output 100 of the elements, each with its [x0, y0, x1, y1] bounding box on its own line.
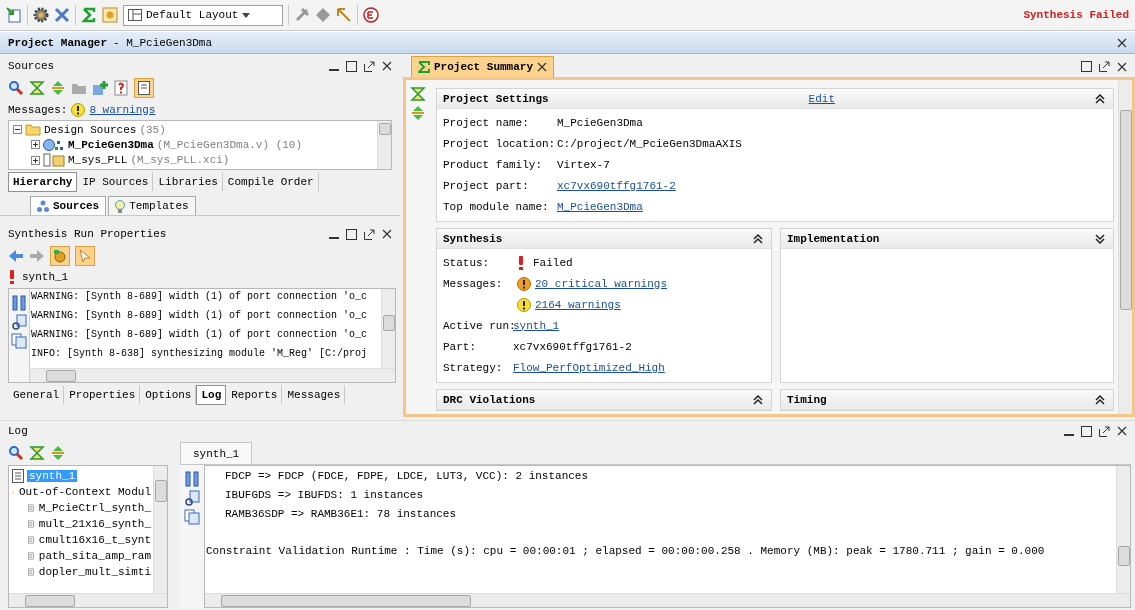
search-icon[interactable]: [8, 445, 24, 461]
value-text: C:/project/M_PcieGen3DmaAXIS: [557, 137, 742, 150]
field-label: Messages:: [443, 277, 504, 290]
properties-tab[interactable]: Log: [196, 385, 227, 405]
module-icon: [43, 138, 65, 152]
close-icon[interactable]: [1117, 61, 1127, 72]
log-tree-item[interactable]: Out-of-Context Modul: [16, 486, 153, 498]
help-icon[interactable]: [113, 80, 129, 96]
gear-button[interactable]: [50, 246, 70, 266]
project-name: - M_PcieGen3Dma: [113, 36, 213, 49]
float-icon[interactable]: [364, 228, 375, 240]
editor-tab[interactable]: Project Summary: [411, 56, 555, 77]
maximize-icon[interactable]: [346, 60, 357, 72]
copy-icon[interactable]: [184, 509, 200, 525]
edit-link[interactable]: Edit: [808, 92, 835, 105]
value-link[interactable]: xc7vx690tffg1761-2: [557, 179, 676, 192]
view-tab[interactable]: IP Sources: [77, 172, 154, 192]
value-text: M_PcieGen3Dma: [557, 116, 643, 129]
pause-icon[interactable]: [184, 471, 200, 487]
collapse-box-icon[interactable]: [13, 125, 22, 135]
document-icon: [28, 517, 34, 531]
pointer-icon[interactable]: [336, 7, 352, 23]
document-icon: [28, 501, 34, 515]
close-icon[interactable]: [1117, 426, 1127, 436]
close-icon[interactable]: [382, 229, 392, 239]
expand-icon[interactable]: [1095, 233, 1105, 244]
warning-icon: [71, 103, 86, 117]
view-tab[interactable]: Compile Order: [222, 172, 319, 192]
log-line: WARNING: [Synth 8-689] width (1) of port connection 'o_c: [31, 291, 369, 304]
collapse-icon[interactable]: [1095, 93, 1105, 104]
view-tab[interactable]: Hierarchy: [8, 172, 78, 192]
log-line: FDCP => FDCP (FDCE, FDPE, LDCE, LUT3, VCC): 2 instances: [224, 470, 590, 484]
document-icon: [12, 469, 24, 483]
properties-tab[interactable]: Reports: [226, 385, 283, 405]
panel-tab[interactable]: Templates: [108, 196, 196, 215]
expand-box-icon[interactable]: [31, 140, 40, 150]
section-title: DRC Violations: [443, 393, 536, 406]
section-title: Synthesis: [443, 232, 503, 245]
log-tree-item[interactable]: M_PcieCtrl_synth_: [36, 502, 153, 514]
lightbulb-icon: [115, 199, 126, 213]
view-tab[interactable]: Libraries: [153, 172, 223, 192]
float-icon[interactable]: [364, 60, 375, 72]
section-title: Timing: [787, 393, 827, 406]
pointer-button[interactable]: [75, 246, 95, 266]
panel-title: Log: [8, 425, 28, 437]
pause-icon[interactable]: [11, 295, 27, 311]
log-tree-item[interactable]: path_sita_amp_ram: [36, 550, 153, 562]
collapse-all-icon[interactable]: [410, 86, 426, 102]
run-tab[interactable]: synth_1: [180, 442, 253, 464]
add-sources-icon[interactable]: [92, 80, 108, 96]
tree-item[interactable]: Design Sources: [44, 123, 137, 136]
panel-title: Sources: [8, 60, 55, 72]
tree-item[interactable]: M_PcieGen3Dma: [68, 139, 154, 151]
dropdown-icon[interactable]: [242, 12, 251, 18]
tree-note: (M_sys_PLL.xci): [130, 154, 230, 167]
close-icon[interactable]: [382, 61, 392, 71]
properties-tab[interactable]: Messages: [282, 385, 346, 405]
diamond-icon[interactable]: [315, 7, 331, 23]
warnings-link[interactable]: 2164 warnings: [535, 298, 621, 311]
collapse-all-icon[interactable]: [29, 445, 45, 461]
close-icon[interactable]: [1117, 37, 1127, 48]
maximize-icon[interactable]: [1081, 61, 1092, 72]
close-icon[interactable]: [537, 62, 548, 72]
float-icon[interactable]: [1099, 425, 1110, 437]
collapse-icon[interactable]: [753, 233, 763, 244]
warnings-link[interactable]: 8 warnings: [89, 104, 156, 116]
import-icon[interactable]: [6, 7, 22, 23]
maximize-icon[interactable]: [346, 228, 357, 240]
log-tree-item[interactable]: mult_21x16_synth_: [36, 518, 153, 530]
sigma-icon: [418, 61, 430, 73]
document-icon: [138, 81, 150, 95]
warning-icon: [517, 297, 531, 312]
auto-update-button[interactable]: [134, 78, 154, 98]
properties-tab[interactable]: Properties: [64, 385, 141, 405]
gear-icon[interactable]: [33, 7, 49, 23]
properties-tab[interactable]: General: [8, 385, 65, 405]
log-tree-item[interactable]: cmult16x16_t_synt: [36, 534, 153, 546]
find-icon[interactable]: [11, 314, 27, 330]
collapse-all-icon[interactable]: [29, 80, 45, 96]
tree-item[interactable]: M_sys_PLL: [68, 154, 128, 167]
maximize-icon[interactable]: [1081, 425, 1092, 437]
sigma-icon[interactable]: [81, 7, 97, 23]
expand-box-icon[interactable]: [31, 155, 40, 165]
collapse-icon[interactable]: [1095, 394, 1105, 405]
section-title: Implementation: [787, 232, 880, 245]
field-label: Status:: [443, 256, 491, 269]
float-icon[interactable]: [1099, 61, 1110, 72]
back-icon[interactable]: [8, 248, 24, 264]
collapse-icon[interactable]: [753, 394, 763, 405]
layout-select[interactable]: Default Layout: [123, 4, 283, 26]
find-icon[interactable]: [184, 490, 200, 506]
panel-tab[interactable]: Sources: [30, 196, 107, 215]
value-link[interactable]: M_PcieGen3Dma: [557, 200, 643, 213]
value-link[interactable]: Flow_PerfOptimized_High: [513, 361, 665, 374]
search-icon[interactable]: [8, 80, 24, 96]
copy-icon[interactable]: [11, 333, 27, 349]
critical-warnings-link[interactable]: 20 critical warnings: [535, 277, 668, 290]
field-label: Top module name:: [443, 200, 550, 213]
log-tree-item[interactable]: dopler_mult_simti: [36, 566, 153, 578]
value-link[interactable]: synth_1: [513, 319, 560, 332]
